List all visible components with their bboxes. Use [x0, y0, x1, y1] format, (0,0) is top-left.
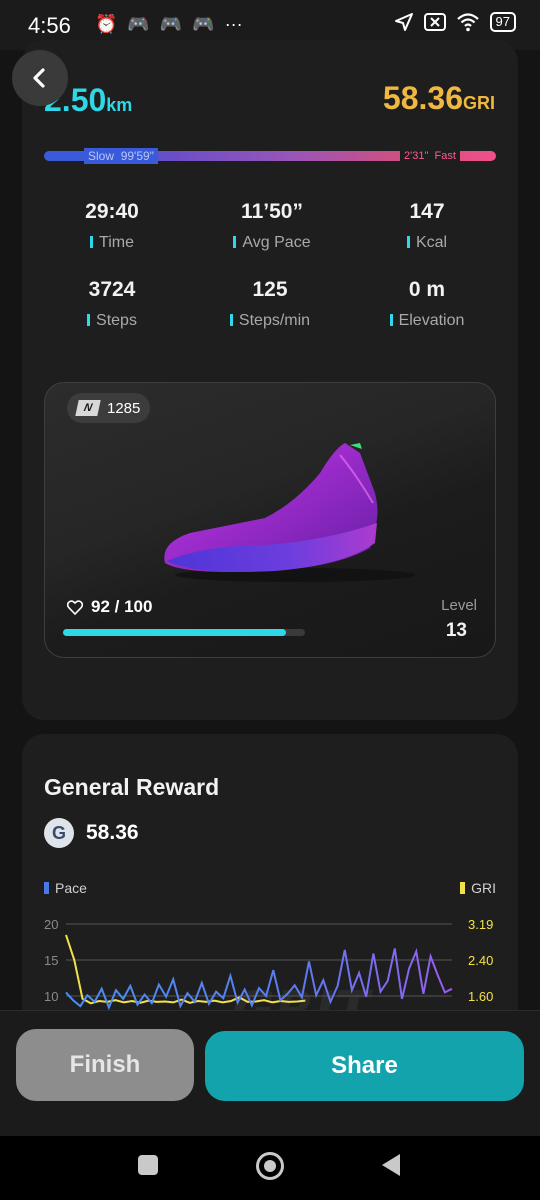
y-right-tick-label: 2.40: [468, 953, 493, 968]
distance-unit: km: [106, 95, 133, 115]
stat-label: Time: [32, 234, 192, 252]
system-icons: 97: [394, 12, 516, 32]
level-value: 13: [445, 620, 467, 641]
home-button[interactable]: [256, 1152, 284, 1180]
stat-label: Steps/min: [190, 312, 350, 330]
recent-apps-button[interactable]: [138, 1155, 158, 1175]
stat-label: Avg Pace: [192, 234, 352, 252]
stat-steps: 3724 Steps: [32, 278, 192, 330]
game-controller-icon: 🎮: [127, 14, 150, 34]
stat-value: 29:40: [85, 200, 139, 223]
share-button[interactable]: Share: [205, 1031, 524, 1101]
y-right-tick-label: 1.60: [468, 989, 493, 1004]
system-nav-bar: [0, 1136, 540, 1200]
battery-icon: 97: [489, 12, 516, 32]
gri-earned-value: 58.36: [382, 80, 463, 116]
durability: 92 / 100: [67, 597, 152, 617]
stat-elevation: 0 m Elevation: [347, 278, 507, 330]
legend-pace: Pace: [44, 880, 87, 896]
chevron-left-icon: [33, 68, 45, 88]
general-reward-card: General Reward G 58.36 Pace GRI GRIT 20 3…: [22, 734, 518, 1034]
durability-progress-bar: [63, 629, 305, 636]
heart-icon: [67, 599, 83, 615]
stat-value: 125: [252, 278, 288, 301]
durability-progress-fill: [63, 629, 286, 636]
gri-earned-unit: GRI: [462, 93, 495, 113]
location-icon: [394, 13, 413, 31]
finish-button[interactable]: Finish: [16, 1029, 194, 1101]
stat-avg-pace: 11’50” Avg Pace: [192, 200, 352, 252]
legend-gri: GRI: [460, 880, 496, 896]
y-left-tick-label: 20: [44, 917, 58, 932]
sneaker-card[interactable]: N 1285 92 / 100 Level 13: [44, 382, 496, 658]
stat-time: 29:40 Time: [32, 200, 192, 252]
sneaker-id-badge: N 1285: [67, 393, 151, 423]
action-bar: Finish Share: [0, 1010, 540, 1136]
more-dots-icon: ···: [224, 14, 243, 34]
gri-coin-icon: G: [44, 818, 74, 848]
no-sim-icon: [423, 13, 446, 31]
back-button[interactable]: [12, 50, 68, 106]
sneaker-brand-icon: N: [75, 400, 101, 416]
stat-label: Kcal: [347, 234, 507, 252]
stat-value: 3724: [88, 278, 136, 301]
pace-fast-label: 2'31" Fast: [400, 148, 460, 164]
reward-title: General Reward: [44, 774, 220, 800]
alarm-icon: ⏰: [95, 14, 118, 34]
sneaker-image: [164, 443, 415, 582]
durability-value: 92 / 100: [91, 597, 153, 616]
y-left-tick-label: 15: [44, 953, 58, 968]
reward-amount: 58.36: [86, 821, 139, 844]
status-time: 4:56: [28, 13, 71, 38]
stat-label: Elevation: [347, 312, 507, 330]
stat-value: 0 m: [408, 278, 446, 301]
pace-slow-label: Slow 99'59": [84, 148, 158, 164]
gri-earned-display: 58.36GRI: [383, 80, 495, 117]
game-controller-icon: 🎮: [192, 14, 215, 34]
wifi-icon: [456, 13, 479, 32]
y-left-tick-label: 10: [44, 989, 58, 1004]
sneaker-id: 1285: [107, 399, 141, 417]
back-nav-button[interactable]: [382, 1154, 400, 1176]
y-right-tick-label: 3.19: [468, 917, 493, 932]
notification-icons: ⏰ 🎮 🎮 🎮 ···: [95, 13, 243, 35]
game-controller-icon: 🎮: [159, 14, 183, 34]
level-label: Level: [441, 597, 477, 614]
stat-label: Steps: [32, 312, 192, 330]
stat-kcal: 147 Kcal: [347, 200, 507, 252]
stat-value: 147: [409, 200, 445, 223]
stat-value: 11’50”: [241, 200, 303, 223]
stat-cadence: 125 Steps/min: [190, 278, 350, 330]
